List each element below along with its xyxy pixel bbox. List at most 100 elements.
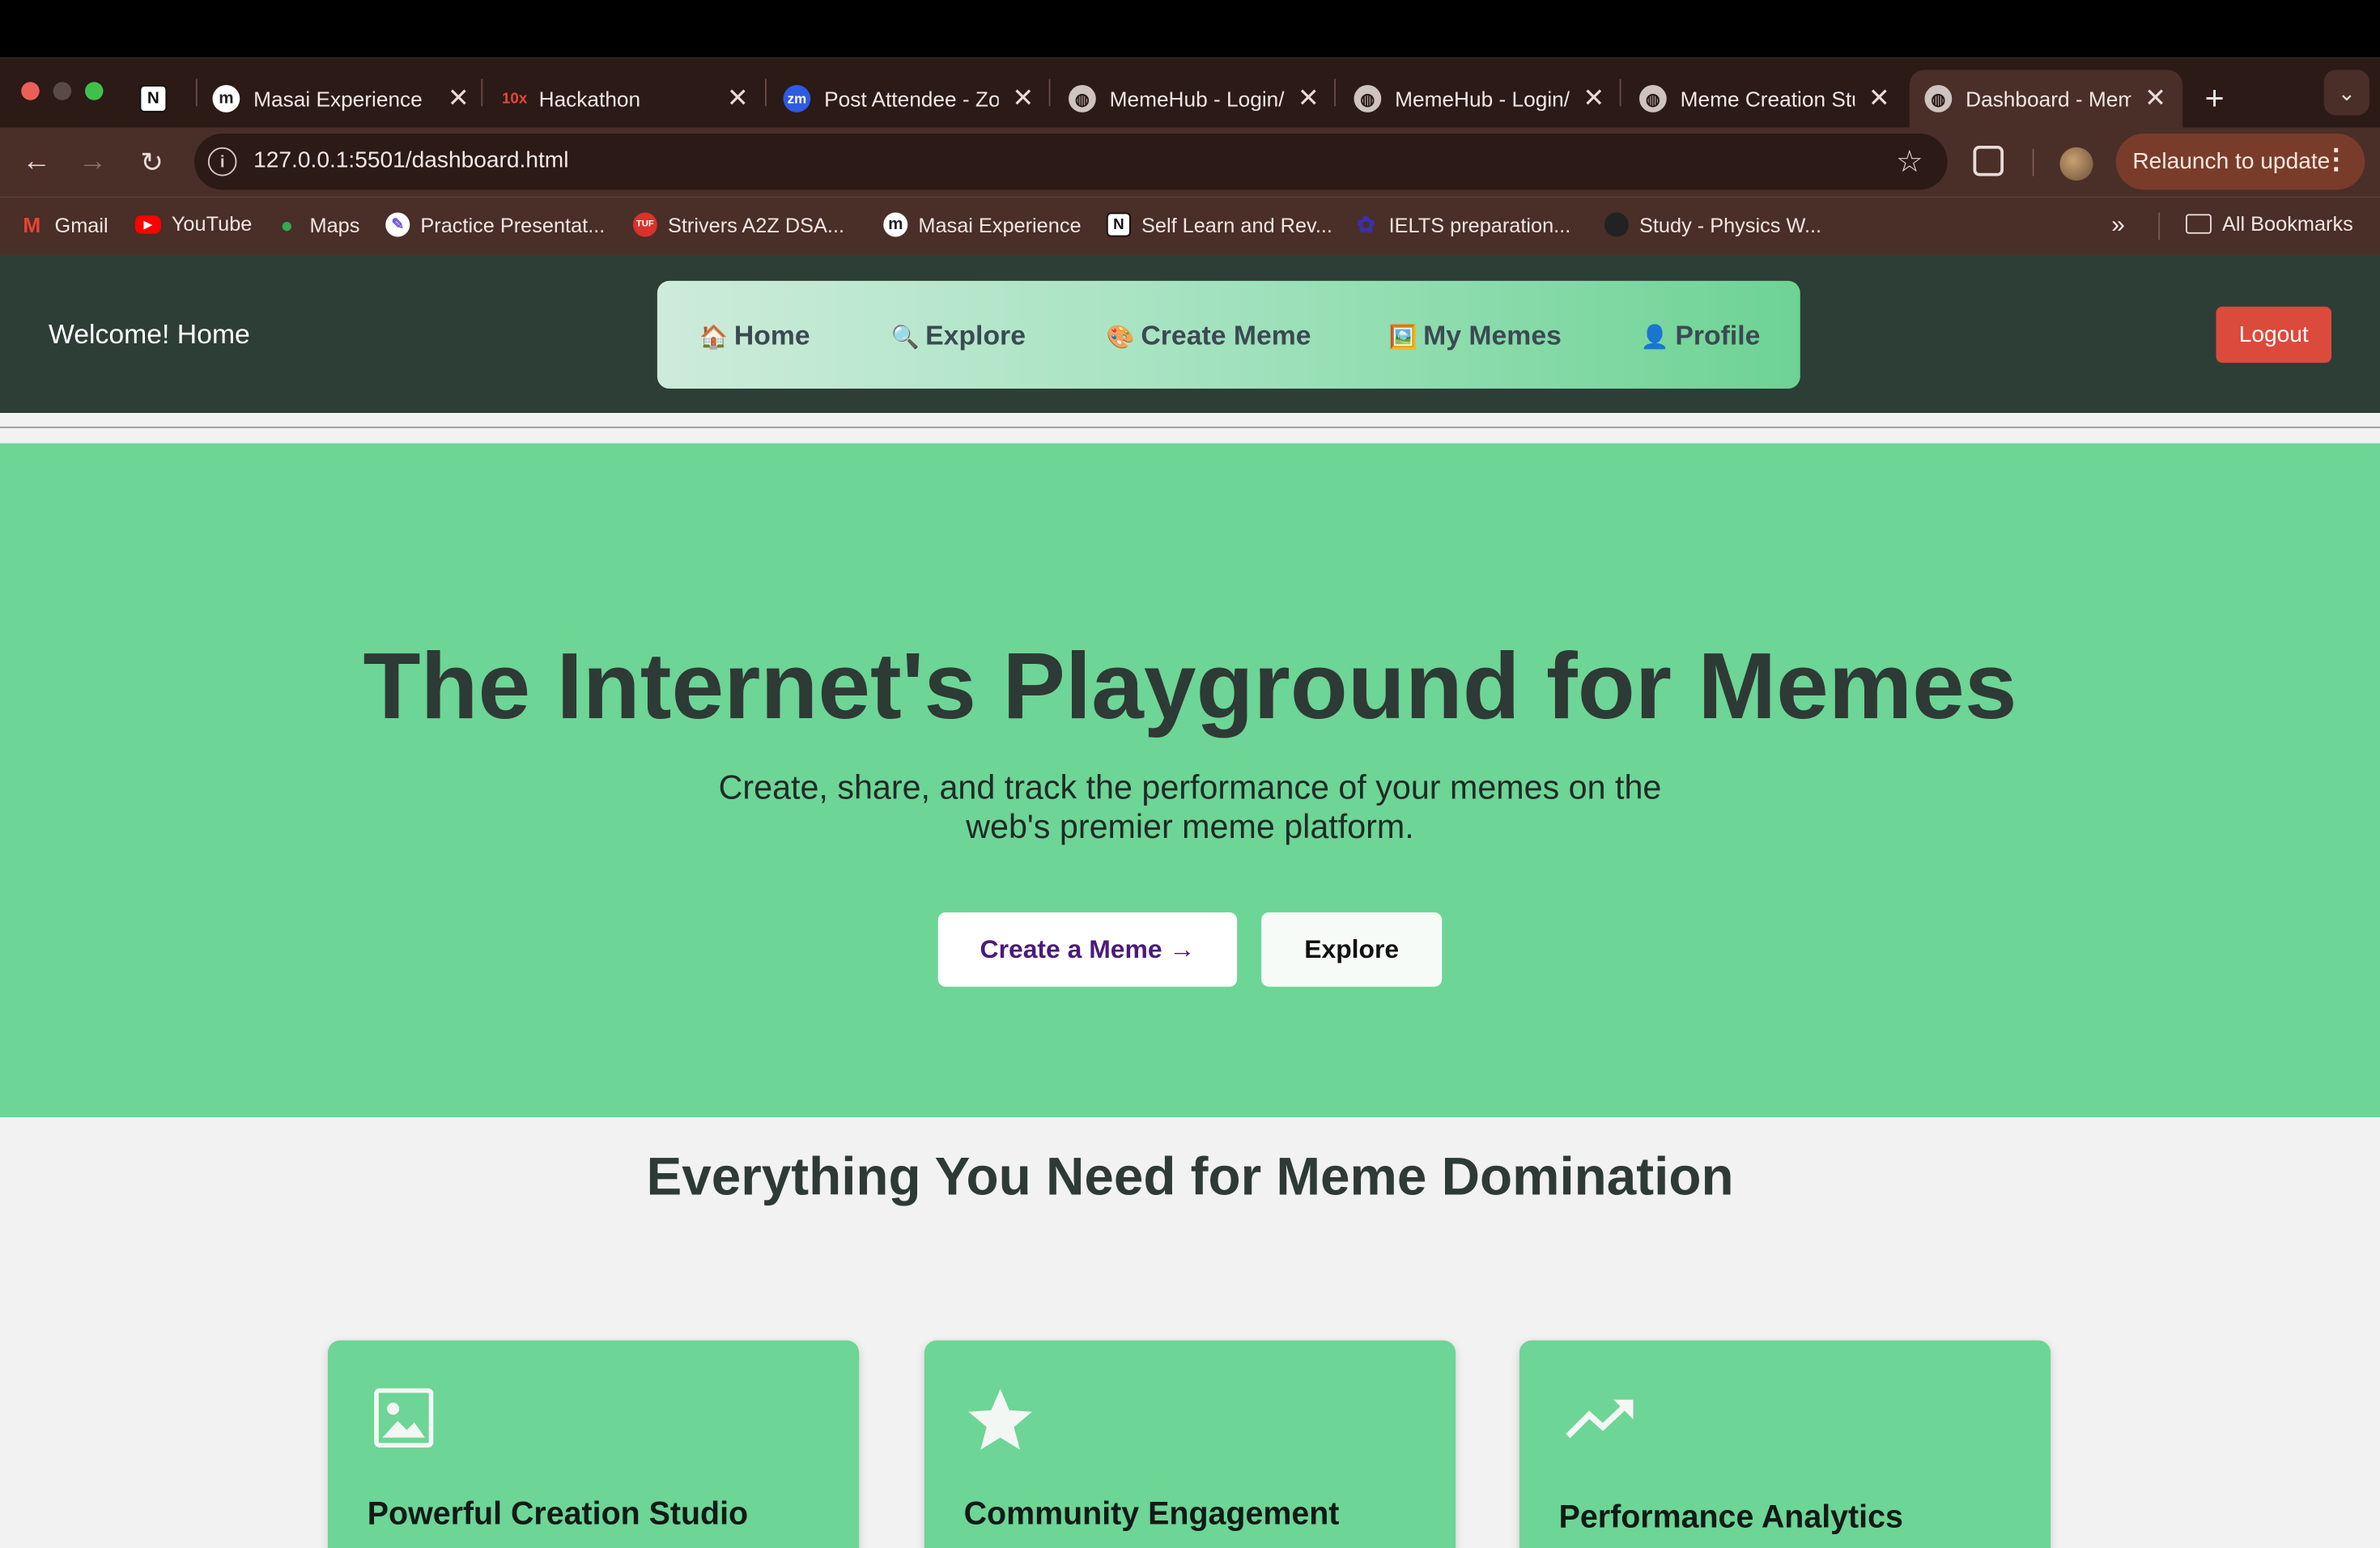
close-tab-icon[interactable]: ✕ [1582, 83, 1606, 114]
tab-title: Post Attendee - Zo [824, 86, 999, 111]
tab-masai-experience[interactable]: m Masai Experience ✕ [212, 70, 471, 127]
forward-arrow-icon[interactable]: → [74, 144, 111, 181]
bookmark-practice[interactable]: ✎ Practice Presentat... [385, 212, 605, 237]
bookmark-label: Self Learn and Rev... [1141, 213, 1332, 236]
all-bookmarks-label: All Bookmarks [2222, 212, 2353, 236]
zoom-window-button[interactable] [85, 82, 104, 100]
more-vertical-icon[interactable]: ⋮ [2323, 146, 2350, 173]
globe-icon: ◍ [1354, 85, 1382, 113]
close-window-button[interactable] [21, 82, 40, 100]
explore-button[interactable]: Explore [1261, 912, 1443, 987]
bookmark-study-physics[interactable]: Study - Physics W... [1604, 212, 1822, 237]
folder-icon [2186, 214, 2212, 234]
nav-create-meme-label: Create Meme [1141, 320, 1311, 351]
nav-home[interactable]: 🏠 Home [699, 321, 810, 352]
practice-icon: ✎ [385, 212, 410, 237]
all-bookmarks[interactable]: All Bookmarks [2186, 213, 2353, 236]
bookmark-label: Maps [309, 213, 360, 236]
logout-button[interactable]: Logout [2216, 306, 2331, 364]
browser-toolbar: ← → ↻ i 127.0.0.1:5501/dashboard.html ☆ [0, 127, 2380, 198]
nav-explore[interactable]: 🔍 Explore [891, 321, 1026, 352]
close-tab-icon[interactable]: ✕ [1011, 83, 1035, 114]
tuf-icon: TUF [632, 212, 657, 237]
back-arrow-icon[interactable]: ← [19, 144, 55, 181]
framed-picture-icon: 🖼️ [1388, 324, 1417, 351]
tab-memehub-login-1[interactable]: ◍ MemeHub - Login/ ✕ [1069, 70, 1320, 127]
hero-subtitle: Create, share, and track the performance… [718, 768, 1662, 846]
profile-avatar-icon[interactable] [2059, 147, 2093, 181]
header-spacer [0, 413, 2380, 444]
feature-card-title: Powerful Creation Studio [367, 1496, 749, 1532]
nav-home-label: Home [733, 320, 810, 351]
tab-separator [1048, 79, 1051, 107]
extensions-puzzle-icon[interactable] [1973, 146, 2004, 176]
hero-title: The Internet's Playground for Memes [363, 634, 2017, 740]
hero-section: The Internet's Playground for Memes Crea… [0, 443, 2380, 1117]
site-info-icon[interactable]: i [207, 147, 237, 176]
screenshot-frame: N m Masai Experience ✕ 10x Hackathon ✕ z… [0, 0, 2380, 1548]
notion-icon: N [1106, 212, 1131, 237]
address-bar[interactable]: i 127.0.0.1:5501/dashboard.html ☆ [194, 134, 1948, 190]
tab-hackathon[interactable]: 10x Hackathon ✕ [498, 70, 750, 127]
house-icon: 🏠 [699, 324, 729, 351]
tab-post-attendee[interactable]: zm Post Attendee - Zo ✕ [783, 70, 1035, 127]
relaunch-label: Relaunch to update [2132, 148, 2331, 175]
feature-card-community: Community Engagement [924, 1340, 1456, 1548]
tab-memehub-login-2[interactable]: ◍ MemeHub - Login/ ✕ [1354, 70, 1606, 127]
welcome-text: Welcome! Home [49, 318, 250, 350]
study-icon [1604, 212, 1629, 237]
create-meme-button[interactable]: Create a Meme → [937, 912, 1238, 987]
globe-icon: ◍ [1069, 85, 1096, 113]
bookmark-masai[interactable]: m Masai Experience [883, 212, 1082, 237]
ielts-icon: ✿ [1356, 212, 1376, 239]
bookmark-label: Study - Physics W... [1639, 213, 1822, 236]
globe-icon: ◍ [1924, 85, 1953, 113]
palette-icon: 🎨 [1106, 324, 1135, 351]
bookmark-maps[interactable]: ● Maps [274, 213, 359, 237]
bookmark-label: YouTube [171, 212, 253, 236]
bookmark-label: IELTS preparation... [1388, 213, 1571, 236]
tab-separator [1619, 79, 1621, 107]
bookmark-strivers[interactable]: TUF Strivers A2Z DSA... [632, 212, 844, 237]
close-tab-icon[interactable]: ✕ [1296, 83, 1320, 114]
bookmark-youtube[interactable]: ▶ YouTube [134, 212, 253, 236]
minimize-window-button[interactable] [53, 82, 72, 100]
tab-title: Hackathon [538, 86, 641, 111]
main-nav: 🏠 Home 🔍 Explore 🎨 Create Meme 🖼️ My Mem… [657, 280, 1800, 389]
new-tab-button[interactable]: + [2198, 70, 2231, 127]
masai-icon: m [883, 212, 908, 237]
bookmarks-overflow-chevron-icon[interactable]: » [2111, 213, 2125, 240]
feature-card-title: Performance Analytics [1558, 1499, 1903, 1535]
bookmark-star-icon[interactable]: ☆ [1896, 142, 1923, 181]
relaunch-button[interactable]: Relaunch to update ⋮ [2115, 134, 2365, 190]
bookmarks-bar: M Gmail ▶ YouTube ● Maps ✎ Practice Pres… [0, 197, 2380, 255]
nav-create-meme[interactable]: 🎨 Create Meme [1107, 321, 1311, 352]
bookmark-gmail[interactable]: M Gmail [19, 213, 108, 237]
tab-search-chevron-icon[interactable]: ⌄ [2323, 70, 2369, 116]
feature-card-creation-studio: Powerful Creation Studio [328, 1340, 860, 1548]
close-tab-icon[interactable]: ✕ [725, 83, 750, 114]
tab-notion[interactable]: N [139, 70, 180, 127]
bookmark-self-learn[interactable]: N Self Learn and Rev... [1106, 212, 1332, 237]
zoom-icon: zm [783, 85, 811, 113]
bookmark-ielts[interactable]: ✿ IELTS preparation... [1354, 212, 1571, 239]
tab-title: MemeHub - Login/ [1109, 86, 1285, 111]
nav-my-memes[interactable]: 🖼️ My Memes [1389, 321, 1562, 352]
app-header: Welcome! Home 🏠 Home 🔍 Explore 🎨 Create … [0, 255, 2380, 413]
tab-dashboard[interactable]: ◍ Dashboard - Meme ✕ [1909, 70, 2183, 128]
tab-separator [195, 79, 198, 107]
close-tab-icon[interactable]: ✕ [2144, 83, 2168, 114]
features-title: Everything You Need for Meme Domination [646, 1147, 1734, 1207]
nav-profile-label: Profile [1675, 320, 1761, 351]
nav-profile[interactable]: 👤 Profile [1641, 321, 1761, 352]
close-tab-icon[interactable]: ✕ [1867, 83, 1891, 114]
reload-icon[interactable]: ↻ [134, 144, 170, 181]
feature-card-title: Community Engagement [963, 1496, 1340, 1532]
close-tab-icon[interactable]: ✕ [446, 83, 470, 114]
url-text: 127.0.0.1:5501/dashboard.html [253, 147, 569, 173]
feature-card-analytics: Performance Analytics [1519, 1340, 2051, 1548]
header-divider [0, 426, 2380, 428]
masai-icon: m [212, 85, 240, 113]
tab-meme-creation-studio[interactable]: ◍ Meme Creation Stu ✕ [1639, 70, 1891, 127]
tab-title: Meme Creation Stu [1680, 86, 1855, 111]
